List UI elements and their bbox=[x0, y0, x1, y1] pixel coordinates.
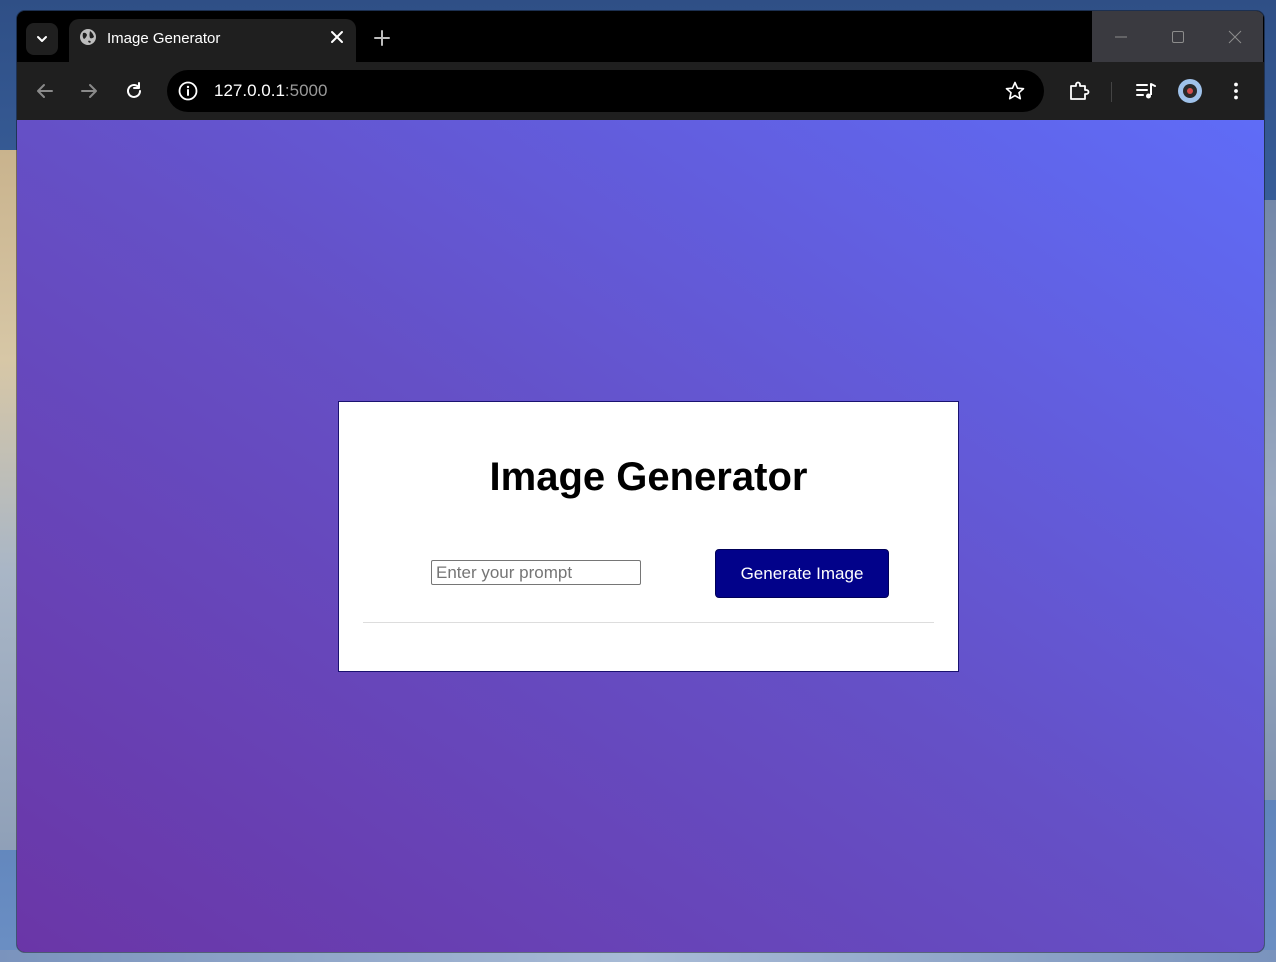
browser-toolbar: 127.0.0.1:5000 bbox=[17, 62, 1264, 120]
minimize-icon bbox=[1114, 36, 1127, 37]
page-content: Image Generator Generate Image bbox=[17, 120, 1264, 952]
url-text: 127.0.0.1:5000 bbox=[214, 81, 327, 101]
close-icon[interactable] bbox=[328, 28, 346, 46]
window-close-icon bbox=[1228, 30, 1241, 43]
plus-icon[interactable] bbox=[371, 27, 393, 49]
media-queue-icon[interactable] bbox=[1135, 80, 1157, 102]
address-bar[interactable]: 127.0.0.1:5000 bbox=[167, 70, 1044, 112]
arrow-right-icon[interactable] bbox=[78, 80, 100, 102]
tab-image-generator[interactable]: Image Generator bbox=[69, 19, 356, 62]
tab-title: Image Generator bbox=[107, 30, 221, 47]
generator-card: Image Generator Generate Image bbox=[338, 401, 959, 672]
star-icon[interactable] bbox=[1004, 80, 1026, 102]
wallpaper-right bbox=[1262, 200, 1276, 800]
minimize-button[interactable] bbox=[1092, 11, 1149, 62]
chevron-down-icon bbox=[37, 36, 47, 42]
browser-window: Image Generator 127.0.0.1:5000 Image Gen… bbox=[17, 11, 1264, 952]
info-icon[interactable] bbox=[177, 80, 199, 102]
prompt-input[interactable] bbox=[431, 560, 641, 585]
avatar[interactable] bbox=[1178, 79, 1202, 103]
tab-strip: Image Generator bbox=[17, 11, 1264, 62]
maximize-button[interactable] bbox=[1149, 11, 1206, 62]
page-title: Image Generator bbox=[489, 455, 808, 499]
kebab-menu-icon[interactable] bbox=[1225, 80, 1247, 102]
card-divider bbox=[363, 622, 934, 623]
generate-image-button[interactable]: Generate Image bbox=[715, 549, 889, 598]
url-host: 127.0.0.1 bbox=[214, 81, 285, 100]
avatar-inner bbox=[1183, 84, 1197, 98]
reload-icon[interactable] bbox=[123, 80, 145, 102]
url-port: :5000 bbox=[284, 81, 328, 100]
globe-icon bbox=[80, 29, 96, 45]
maximize-icon bbox=[1171, 30, 1184, 43]
tab-search-button[interactable] bbox=[26, 23, 58, 55]
wallpaper-left bbox=[0, 150, 18, 850]
toolbar-divider bbox=[1111, 82, 1112, 102]
window-close-button[interactable] bbox=[1206, 11, 1263, 62]
arrow-left-icon[interactable] bbox=[34, 80, 56, 102]
puzzle-icon[interactable] bbox=[1068, 80, 1090, 102]
